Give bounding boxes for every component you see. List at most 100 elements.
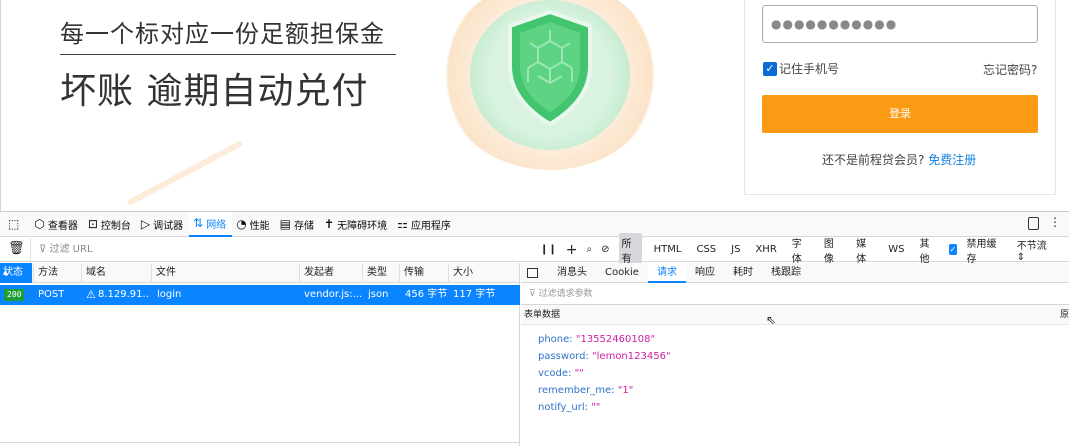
list-item[interactable]: password: "lemon123456" xyxy=(538,348,1069,365)
param-value: "lemon123456" xyxy=(592,351,671,362)
disable-cache-label: 禁用缓存 xyxy=(966,238,997,265)
details-tabs: 消息头 Cookie 请求 响应 耗时 栈跟踪 xyxy=(521,262,1069,283)
type-filter-css[interactable]: CSS xyxy=(693,242,719,257)
list-item[interactable]: notify_url: "" xyxy=(538,399,1069,416)
column-transferred[interactable]: 传输 xyxy=(399,263,448,283)
type-filter-all[interactable]: 所有 xyxy=(618,232,642,267)
tab-label: 网络 xyxy=(206,219,227,231)
tab-storage[interactable]: ▤ 存储 xyxy=(276,212,320,237)
tab-request[interactable]: 请求 xyxy=(647,262,686,283)
slogan-line-2: 坏账 逾期自动兑付 xyxy=(60,71,369,112)
param-key: phone: xyxy=(538,334,573,345)
tab-debugger[interactable]: ▷ 调试器 xyxy=(137,212,189,237)
tab-performance[interactable]: ◔ 性能 xyxy=(232,212,275,237)
request-details-panel: 消息头 Cookie 请求 响应 耗时 栈跟踪 ⊽ 过滤请求参数 表单数据 原 … xyxy=(521,262,1069,446)
dock-side-icon[interactable] xyxy=(1028,217,1039,230)
type-filter-other[interactable]: 其他 xyxy=(916,233,939,267)
column-type[interactable]: 类型 xyxy=(362,263,399,283)
tab-application[interactable]: ⚏ 应用程序 xyxy=(393,212,457,237)
param-key: password: xyxy=(538,351,589,362)
register-prompt: 还不是前程贷会员? 免费注册 xyxy=(822,151,976,168)
tab-accessibility[interactable]: ✝ 无障碍环境 xyxy=(320,212,393,237)
devtools-panel: ⬚ ⬡ 查看器 ⊡ 控制台 ▷ 调试器 ⇅ 网络 ◔ 性能 ▤ 存储 ✝ 无障碍环境 ⚏ 应用程… xyxy=(0,211,1069,446)
network-icon: ⇅ xyxy=(193,216,204,230)
tab-label: 无障碍环境 xyxy=(337,220,388,232)
form-data-header[interactable]: 表单数据 原 xyxy=(521,305,1069,325)
type-filter-js[interactable]: JS xyxy=(728,242,743,257)
search-icon[interactable]: ⌕ xyxy=(587,244,593,255)
list-item[interactable]: vcode: "" xyxy=(538,365,1069,382)
column-method[interactable]: 方法 xyxy=(33,263,81,283)
list-item[interactable]: phone: "13552460108" xyxy=(538,331,1069,348)
list-item[interactable]: remember_me: "1" xyxy=(538,382,1069,399)
raw-toggle[interactable]: 原 xyxy=(1060,305,1069,325)
tab-console[interactable]: ⊡ 控制台 xyxy=(84,212,137,237)
slogan-divider xyxy=(60,54,396,55)
page-border xyxy=(0,0,1,211)
shield-icon xyxy=(508,9,592,127)
column-size[interactable]: 大小 xyxy=(448,263,520,283)
request-initiator[interactable]: vendor.js:... xyxy=(304,285,362,305)
form-data-label: 表单数据 xyxy=(524,310,561,320)
type-filter-ws[interactable]: WS xyxy=(885,242,907,257)
block-icon[interactable]: ⊘ xyxy=(601,244,609,255)
element-picker-button[interactable]: ⬚ xyxy=(0,212,30,237)
request-size: 117 字节 xyxy=(453,289,496,300)
pause-icon[interactable]: ❙❙ xyxy=(540,244,557,255)
column-domain[interactable]: 域名 xyxy=(81,263,151,283)
type-filter-xhr[interactable]: XHR xyxy=(752,242,779,257)
application-icon: ⚏ xyxy=(397,217,408,231)
tab-cookies[interactable]: Cookie xyxy=(596,263,648,283)
params-filter-input[interactable]: ⊽ 过滤请求参数 xyxy=(521,283,1069,305)
table-row[interactable]: 200 POST ⚠ 8.129.91.... login vendor.js:… xyxy=(0,285,520,305)
more-options-icon[interactable]: ⋮ xyxy=(1049,215,1061,229)
inspector-icon: ⬡ xyxy=(34,217,45,231)
insecure-lock-icon: ⚠ xyxy=(86,288,96,301)
request-list-footer xyxy=(0,442,520,446)
request-method: POST xyxy=(38,289,65,300)
toggle-sidebar-icon[interactable] xyxy=(527,267,538,278)
param-key: notify_url: xyxy=(538,402,589,413)
tab-inspector[interactable]: ⬡ 查看器 xyxy=(30,212,83,237)
tab-label: 控制台 xyxy=(100,220,131,232)
request-file: login xyxy=(157,289,182,300)
checkbox-checked-icon[interactable]: ✓ xyxy=(948,244,958,255)
forgot-password-link[interactable]: 忘记密码? xyxy=(983,61,1037,78)
url-filter-input[interactable]: ⊽ 过滤 URL xyxy=(30,238,530,261)
tab-label: 调试器 xyxy=(153,220,184,232)
shield-illustration xyxy=(430,0,670,180)
register-link[interactable]: 免费注册 xyxy=(928,153,976,167)
tab-label: 应用程序 xyxy=(410,220,451,232)
column-initiator[interactable]: 发起者 xyxy=(299,263,362,283)
request-transferred: 456 字节 xyxy=(405,289,448,300)
column-label: 状态 xyxy=(3,267,23,278)
type-filter-font[interactable]: 字体 xyxy=(789,233,812,267)
password-input[interactable]: ●●●●●●●●●●● xyxy=(762,5,1038,43)
decorative-stripe xyxy=(126,139,244,207)
tab-network[interactable]: ⇅ 网络 xyxy=(189,211,233,237)
remember-phone-checkbox[interactable]: ✓ 记住手机号 xyxy=(763,60,839,77)
type-filter-html[interactable]: HTML xyxy=(651,242,685,257)
login-button[interactable]: 登录 xyxy=(762,95,1038,133)
params-filter-placeholder: 过滤请求参数 xyxy=(538,289,593,299)
tab-response[interactable]: 响应 xyxy=(686,263,724,283)
checkbox-checked-icon[interactable]: ✓ xyxy=(763,61,777,76)
disable-cache-checkbox[interactable]: ✓ 禁用缓存 xyxy=(948,235,1008,265)
devtools-toolbar: ⬚ ⬡ 查看器 ⊡ 控制台 ▷ 调试器 ⇅ 网络 ◔ 性能 ▤ 存储 ✝ 无障碍环境 ⚏ 应用程… xyxy=(0,211,1069,237)
type-filter-image[interactable]: 图像 xyxy=(821,233,844,267)
clear-trash-icon[interactable]: 🗑 xyxy=(8,241,25,256)
column-status[interactable]: 状态 ▴ xyxy=(0,263,32,283)
type-filter-media[interactable]: 媒体 xyxy=(853,233,876,267)
add-icon[interactable]: + xyxy=(566,242,578,258)
request-type: json xyxy=(368,289,389,300)
tab-headers[interactable]: 消息头 xyxy=(548,263,596,283)
throttle-select[interactable]: 不节流 ⇕ xyxy=(1017,237,1060,263)
mouse-cursor-icon: ⇖ xyxy=(766,313,777,327)
web-page: 每一个标对应一份足额担保金 坏账 逾期自动兑付 ●●●●●●●●●●● ✓ 记住… xyxy=(0,0,1069,211)
column-file[interactable]: 文件 xyxy=(151,263,299,283)
status-badge: 200 xyxy=(4,289,25,301)
tab-stack-trace[interactable]: 栈跟踪 xyxy=(762,263,810,283)
throttle-value: 不节流 xyxy=(1016,240,1047,252)
storage-icon: ▤ xyxy=(279,217,292,231)
tab-timings[interactable]: 耗时 xyxy=(724,263,762,283)
